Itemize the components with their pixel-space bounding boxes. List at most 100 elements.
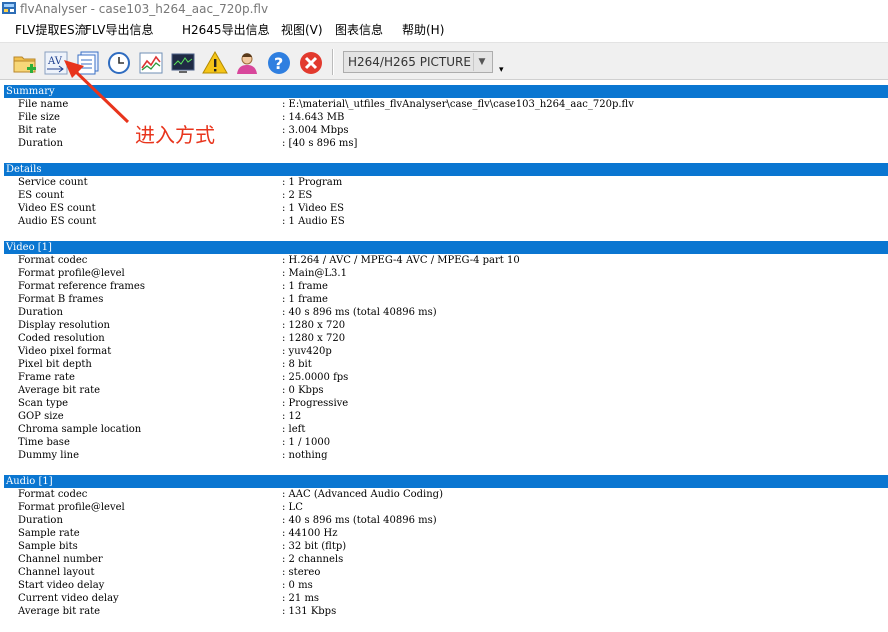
field-label: Average bit rate <box>18 385 101 396</box>
table-row: Chroma sample location: left <box>0 423 888 436</box>
table-row: Sample bits : 32 bit (fltp) <box>0 540 888 553</box>
svg-text:AV: AV <box>47 56 63 67</box>
field-label: GOP size <box>18 411 64 422</box>
field-value: : 32 bit (fltp) <box>282 541 347 552</box>
field-label: Current video delay <box>18 593 119 604</box>
help-icon[interactable]: ? <box>264 48 294 78</box>
field-value: : 1280 x 720 <box>282 320 346 331</box>
field-label: Format profile@level <box>18 268 125 279</box>
field-value: : 1280 x 720 <box>282 333 346 344</box>
field-label: Average bit rate <box>18 606 101 617</box>
table-row: File size: 14.643 MB <box>0 111 888 124</box>
field-label: Display resolution <box>18 320 110 331</box>
field-value: : 44100 Hz <box>282 528 338 539</box>
field-label: Dummy line <box>18 450 80 461</box>
field-label: Scan type <box>18 398 69 409</box>
frames-icon[interactable] <box>73 48 103 78</box>
menu-help[interactable]: 帮助(H) <box>402 18 444 42</box>
menu-flv-extract-es[interactable]: FLV提取ES流 <box>15 18 87 42</box>
monitor-chart-icon[interactable] <box>168 48 198 78</box>
table-row: Coded resolution : 1280 x 720 <box>0 332 888 345</box>
picture-type-select[interactable]: H264/H265 PICTURE ▼ <box>343 51 493 73</box>
field-value: : 1 Audio ES <box>282 216 345 227</box>
field-value: : 8 bit <box>282 359 312 370</box>
table-row: Channel number: 2 channels <box>0 553 888 566</box>
field-value: : stereo <box>282 567 321 578</box>
field-value: : Main@L3.1 <box>282 268 347 279</box>
table-row: Bit rate : 3.004 Mbps <box>0 124 888 137</box>
toolbar-overflow-icon[interactable]: ▾ <box>499 65 504 75</box>
table-row: Format codec: AAC (Advanced Audio Coding… <box>0 488 888 501</box>
field-value: : 1 / 1000 <box>282 437 331 448</box>
table-row: GOP size: 12 <box>0 410 888 423</box>
field-value: : LC <box>282 502 303 513</box>
field-label: Sample bits <box>18 541 78 552</box>
field-value: : 131 Kbps <box>282 606 337 617</box>
field-value: : 40 s 896 ms (total 40896 ms) <box>282 515 437 526</box>
field-value: : 40 s 896 ms (total 40896 ms) <box>282 307 437 318</box>
table-row: Current video delay: 21 ms <box>0 592 888 605</box>
toolbar: AV ? H264/H265 PICTURE ▼ ▾ <box>0 42 888 80</box>
table-row: Format codec : H.264 / AVC / MPEG-4 AVC /… <box>0 254 888 267</box>
table-row: Duration : 40 s 896 ms (total 40896 ms) <box>0 306 888 319</box>
table-row: Service count: 1 Program <box>0 176 888 189</box>
table-row: Video ES count: 1 Video ES <box>0 202 888 215</box>
field-label: Format B frames <box>18 294 104 305</box>
field-label: Service count <box>18 177 88 188</box>
field-value: : 2 ES <box>282 190 313 201</box>
field-label: Sample rate <box>18 528 80 539</box>
field-value: : 14.643 MB <box>282 112 345 123</box>
field-label: Bit rate <box>18 125 57 136</box>
section-header-audio: Audio [1] <box>4 475 888 488</box>
field-value: : 1 Video ES <box>282 203 345 214</box>
close-icon[interactable] <box>296 48 326 78</box>
field-label: Pixel bit depth <box>18 359 92 370</box>
user-icon[interactable] <box>232 48 262 78</box>
field-label: Start video delay <box>18 580 105 591</box>
field-label: Duration <box>18 307 63 318</box>
field-label: Channel number <box>18 554 103 565</box>
clock-icon[interactable] <box>104 48 134 78</box>
field-label: Channel layout <box>18 567 95 578</box>
field-label: Format codec <box>18 489 88 500</box>
table-row: Format reference frames : 1 frame <box>0 280 888 293</box>
chevron-down-icon[interactable]: ▼ <box>473 53 490 71</box>
menu-chart-info[interactable]: 图表信息 <box>335 18 383 42</box>
open-folder-icon[interactable] <box>10 48 40 78</box>
section-header-details: Details <box>4 163 888 176</box>
section-header-summary: Summary <box>4 85 888 98</box>
table-row: Format profile@level : LC <box>0 501 888 514</box>
field-label: Format reference frames <box>18 281 145 292</box>
table-row: Start video delay: 0 ms <box>0 579 888 592</box>
field-label: Format codec <box>18 255 88 266</box>
av-icon[interactable]: AV <box>41 48 71 78</box>
table-row: Duration: [40 s 896 ms] <box>0 137 888 150</box>
table-row: Format B frames : 1 frame <box>0 293 888 306</box>
menu-flv-export-info[interactable]: FLV导出信息 <box>85 18 153 42</box>
field-value: : yuv420p <box>282 346 332 357</box>
field-label: Coded resolution <box>18 333 105 344</box>
field-label: Video pixel format <box>18 346 112 357</box>
field-value: : 1 frame <box>282 281 328 292</box>
line-chart-icon[interactable] <box>136 48 166 78</box>
field-label: Audio ES count <box>18 216 97 227</box>
menu-view[interactable]: 视图(V) <box>281 18 323 42</box>
field-value: : 3.004 Mbps <box>282 125 349 136</box>
app-icon <box>2 2 16 14</box>
table-row: Channel layout : stereo <box>0 566 888 579</box>
table-row: Scan type: Progressive <box>0 397 888 410</box>
table-row: Duration: 40 s 896 ms (total 40896 ms) <box>0 514 888 527</box>
field-label: Format profile@level <box>18 502 125 513</box>
table-row: Average bit rate : 0 Kbps <box>0 384 888 397</box>
field-label: Time base <box>18 437 70 448</box>
field-value: : 1 frame <box>282 294 328 305</box>
warning-icon[interactable] <box>200 48 230 78</box>
table-row: Average bit rate : 131 Kbps <box>0 605 888 618</box>
field-label: Duration <box>18 138 63 149</box>
field-value: : 0 Kbps <box>282 385 324 396</box>
field-value: : H.264 / AVC / MPEG-4 AVC / MPEG-4 part… <box>282 255 520 266</box>
field-value: : left <box>282 424 306 435</box>
window-title: flvAnalyser - case103_h264_aac_720p.flv <box>20 2 269 16</box>
picture-type-value: H264/H265 PICTURE <box>348 55 471 69</box>
menu-h2645-export-info[interactable]: H2645导出信息 <box>182 18 270 42</box>
